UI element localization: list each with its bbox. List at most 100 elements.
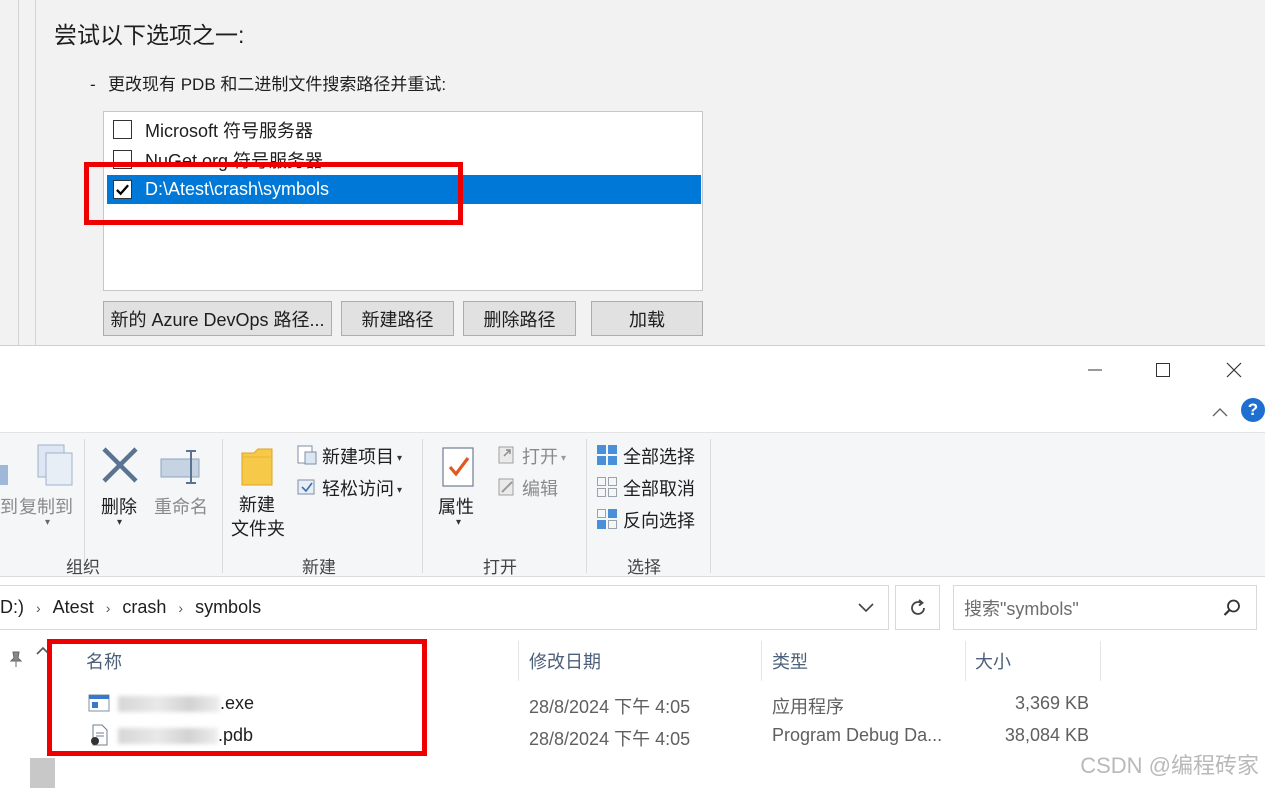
rename-button[interactable]: 重命名 [152, 441, 212, 525]
file-explorer-window: ? 到 复制到 ▾ 删除 ▾ 重命名 组织 新建 文件夹 新建项目 ▾ 轻松访问… [0, 345, 1265, 788]
new-folder-icon [241, 448, 273, 486]
maximize-icon [1156, 363, 1170, 377]
close-icon [1226, 362, 1242, 378]
chevron-right-icon[interactable]: › [178, 600, 183, 616]
select-none-label: 全部取消 [623, 479, 695, 499]
rename-icon [160, 450, 200, 484]
new-folder-label: 新建 [239, 495, 275, 515]
rename-label: 重命名 [154, 497, 208, 517]
breadcrumb-drive[interactable]: D:) [0, 597, 24, 618]
chevron-up-icon [1212, 408, 1228, 417]
search-path-item[interactable]: Microsoft 符号服务器 [107, 115, 701, 144]
close-button[interactable] [1211, 356, 1257, 384]
dropdown-arrow-icon: ▾ [45, 517, 51, 528]
watermark: CSDN @编程砖家 [1080, 753, 1259, 778]
edit-icon [498, 478, 514, 496]
separator [222, 439, 223, 573]
options-heading: 尝试以下选项之一: [54, 22, 245, 48]
chevron-right-icon[interactable]: › [36, 600, 41, 616]
chevron-down-icon [858, 602, 874, 612]
new-folder-button[interactable]: 新建 文件夹 [228, 441, 288, 546]
cut-icon [0, 465, 8, 485]
properties-label: 属性 [438, 497, 474, 517]
select-none-icon [597, 477, 617, 497]
search-input[interactable]: 搜索"symbols" [953, 585, 1257, 630]
search-placeholder: 搜索"symbols" [964, 598, 1079, 619]
easy-access-icon [297, 479, 315, 495]
column-header-size[interactable]: 大小 [975, 641, 1011, 681]
collapse-ribbon-button[interactable] [1208, 400, 1232, 424]
column-divider[interactable] [518, 641, 519, 681]
column-divider[interactable] [965, 641, 966, 681]
load-button[interactable]: 加载 [591, 301, 703, 336]
minimize-button[interactable] [1072, 356, 1118, 384]
cut-partial-label: 到 [0, 497, 18, 517]
group-label-organize: 组织 [66, 558, 100, 577]
pin-icon[interactable] [8, 650, 24, 668]
delete-x-icon [102, 447, 138, 483]
new-item-button[interactable]: 新建项目 ▾ [294, 441, 412, 469]
column-divider[interactable] [1100, 641, 1101, 681]
open-button[interactable]: 打开 ▾ [494, 441, 578, 469]
highlight-box [84, 162, 463, 225]
column-header-type[interactable]: 类型 [772, 641, 808, 681]
highlight-box [47, 639, 427, 756]
ribbon-toolbar: 到 复制到 ▾ 删除 ▾ 重命名 组织 新建 文件夹 新建项目 ▾ 轻松访问 ▾… [0, 432, 1265, 577]
separator [710, 439, 711, 573]
copy-to-icon [37, 444, 73, 486]
new-azure-devops-path-button[interactable]: 新的 Azure DevOps 路径... [103, 301, 332, 336]
invert-selection-label: 反向选择 [623, 511, 695, 531]
file-type: 应用程序 [772, 697, 844, 717]
easy-access-button[interactable]: 轻松访问 ▾ [294, 473, 412, 501]
new-path-button[interactable]: 新建路径 [341, 301, 454, 336]
chevron-right-icon[interactable]: › [106, 600, 111, 616]
new-item-icon [297, 445, 317, 465]
select-all-button[interactable]: 全部选择 [594, 441, 704, 469]
edit-button[interactable]: 编辑 [494, 473, 578, 501]
file-modified: 28/8/2024 下午 4:05 [529, 729, 691, 749]
group-label-new: 新建 [302, 558, 336, 577]
address-history-dropdown[interactable] [858, 586, 874, 629]
properties-button[interactable]: 属性 ▾ [432, 441, 486, 531]
dropdown-arrow-icon: ▾ [456, 517, 462, 528]
refresh-icon [910, 598, 925, 615]
separator [422, 439, 423, 573]
file-size: 3,369 KB [1014, 693, 1089, 713]
search-path-label: Microsoft 符号服务器 [145, 120, 314, 141]
help-icon[interactable]: ? [1241, 398, 1265, 422]
scrollbar-thumb[interactable] [30, 758, 55, 788]
search-icon[interactable] [1222, 598, 1242, 618]
dropdown-arrow-icon: ▾ [397, 484, 403, 496]
invert-selection-button[interactable]: 反向选择 [594, 505, 704, 533]
checkbox[interactable] [113, 120, 132, 139]
separator [586, 439, 587, 573]
bullet-dash: - [90, 75, 96, 94]
delete-button[interactable]: 删除 ▾ [96, 441, 144, 528]
open-icon [498, 446, 514, 464]
breadcrumb-symbols[interactable]: symbols [195, 597, 261, 618]
file-type: Program Debug Da... [772, 725, 943, 745]
select-none-button[interactable]: 全部取消 [594, 473, 704, 501]
copy-to-button[interactable]: 复制到 ▾ [19, 441, 76, 528]
copy-to-label: 复制到 [19, 497, 73, 517]
easy-access-label: 轻松访问 ▾ [322, 479, 403, 499]
select-all-icon [597, 445, 617, 465]
refresh-button[interactable] [895, 585, 940, 630]
delete-label: 删除 [101, 497, 137, 517]
symbol-load-panel: 尝试以下选项之一: - 更改现有 PDB 和二进制文件搜索路径并重试: Micro… [0, 0, 1265, 345]
open-label: 打开 ▾ [522, 447, 567, 467]
delete-path-button[interactable]: 删除路径 [463, 301, 576, 336]
column-header-modified[interactable]: 修改日期 [529, 641, 601, 681]
group-label-open: 打开 [483, 558, 517, 577]
address-bar[interactable]: D:) › Atest › crash › symbols [0, 585, 889, 630]
column-divider[interactable] [761, 641, 762, 681]
dropdown-arrow-icon: ▾ [397, 452, 403, 464]
breadcrumb-crash[interactable]: crash [122, 597, 166, 618]
maximize-button[interactable] [1140, 356, 1186, 384]
group-label-select: 选择 [627, 558, 661, 577]
breadcrumb-atest[interactable]: Atest [53, 597, 94, 618]
new-item-label: 新建项目 ▾ [322, 447, 403, 467]
file-size: 38,084 KB [1004, 725, 1089, 745]
option-bullet: - 更改现有 PDB 和二进制文件搜索路径并重试: [90, 70, 446, 95]
properties-icon [442, 447, 474, 487]
